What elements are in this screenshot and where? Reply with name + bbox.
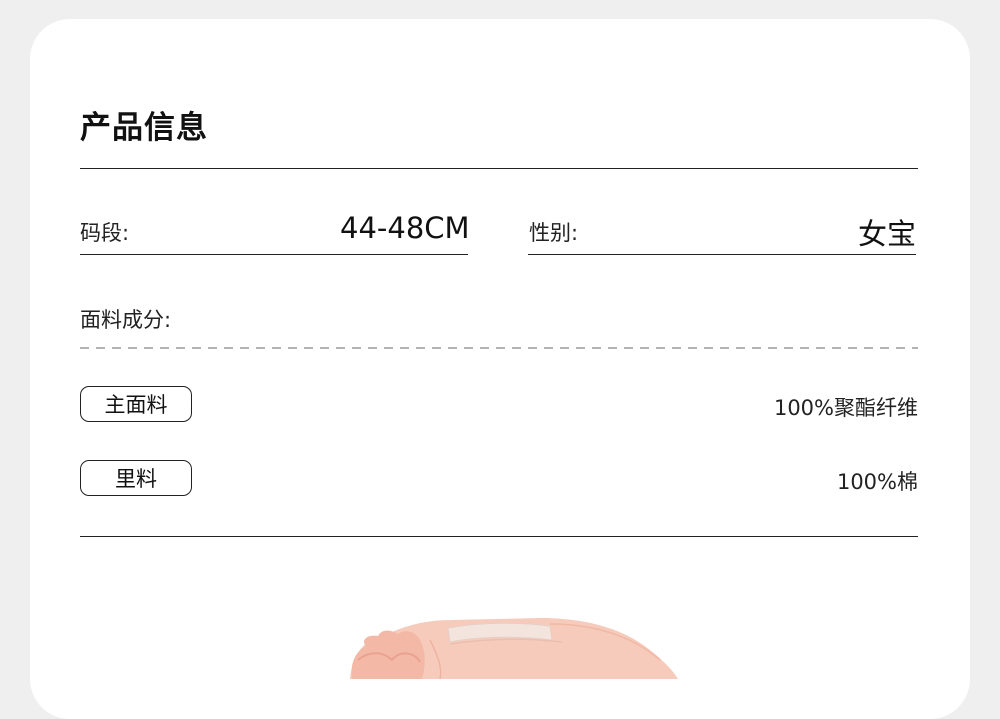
fabric-row-value: 100%聚酯纤维	[773, 396, 918, 420]
size-value: 44-48CM	[340, 211, 470, 245]
title-divider	[80, 168, 918, 169]
fabric-dashed-divider	[80, 347, 918, 349]
fabric-row-name: 里料	[80, 460, 192, 496]
bonnet-image	[350, 618, 678, 679]
fabric-row-value: 100%棉	[836, 470, 918, 494]
bottom-divider	[80, 536, 918, 537]
fabric-label: 面料成分:	[80, 308, 172, 332]
gender-underline	[528, 254, 916, 255]
gender-value: 女宝	[857, 217, 916, 251]
size-label: 码段:	[80, 221, 130, 245]
section-title: 产品信息	[80, 110, 208, 146]
size-underline	[80, 254, 468, 255]
gender-label: 性别:	[529, 221, 579, 245]
fabric-row-name: 主面料	[80, 386, 192, 422]
